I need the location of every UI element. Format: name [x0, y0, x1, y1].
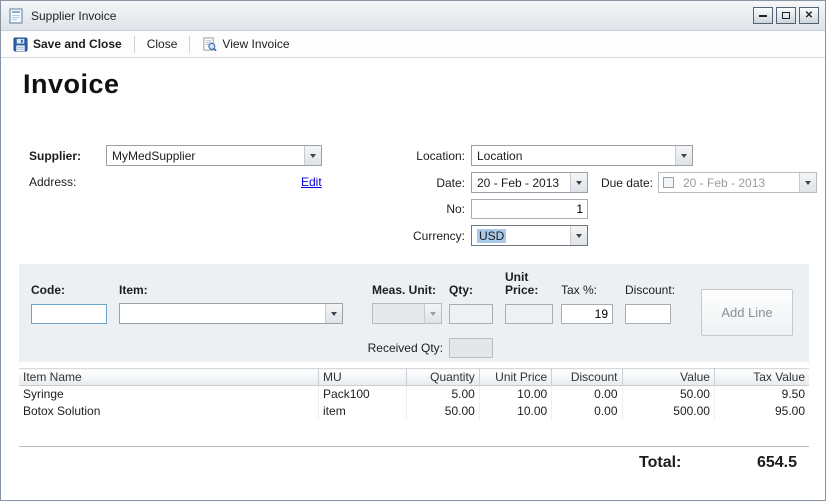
- cell-discount: 0.00: [552, 403, 622, 420]
- cell-unit-price: 10.00: [479, 403, 551, 420]
- no-label: No:: [381, 202, 465, 216]
- discount-label: Discount:: [625, 283, 675, 297]
- maximize-button[interactable]: [776, 7, 796, 24]
- address-label: Address:: [29, 175, 76, 189]
- item-dropdown-icon[interactable]: [325, 304, 342, 323]
- currency-label: Currency:: [381, 229, 465, 243]
- item-label: Item:: [119, 283, 148, 297]
- invoice-lines-table: Item Name MU Quantity Unit Price Discoun…: [19, 368, 809, 447]
- close-icon: ✕: [805, 11, 813, 21]
- currency-dropdown-icon[interactable]: [570, 226, 587, 245]
- code-label: Code:: [31, 283, 65, 297]
- no-input[interactable]: [471, 199, 588, 219]
- address-edit-link[interactable]: Edit: [301, 175, 322, 189]
- code-input[interactable]: [31, 304, 107, 324]
- close-button[interactable]: ✕: [799, 7, 819, 24]
- cell-item-name: Botox Solution: [19, 403, 319, 420]
- close-toolbar-button[interactable]: Close: [143, 35, 182, 53]
- save-icon: [13, 37, 28, 52]
- title-bar: Supplier Invoice ✕: [1, 1, 825, 31]
- item-combobox[interactable]: [119, 303, 343, 324]
- close-toolbar-label: Close: [147, 37, 178, 51]
- meas-unit-label: Meas. Unit:: [372, 283, 436, 297]
- unit-price-input[interactable]: [505, 304, 553, 324]
- toolbar: Save and Close Close View Invoice: [1, 31, 825, 58]
- cell-quantity: 50.00: [407, 403, 479, 420]
- window-title: Supplier Invoice: [31, 9, 116, 23]
- meas-unit-combobox: [372, 303, 442, 324]
- location-value: Location: [472, 149, 675, 163]
- cell-discount: 0.00: [552, 386, 622, 403]
- due-date-value: 20 - Feb - 2013: [678, 176, 799, 190]
- location-dropdown-icon[interactable]: [675, 146, 692, 165]
- app-icon: [9, 8, 25, 24]
- due-date-checkbox[interactable]: [663, 177, 674, 188]
- save-and-close-label: Save and Close: [33, 37, 122, 51]
- column-header-value[interactable]: Value: [622, 369, 714, 386]
- location-combobox[interactable]: Location: [471, 145, 693, 166]
- supplier-value: MyMedSupplier: [107, 149, 304, 163]
- table-header-row: Item Name MU Quantity Unit Price Discoun…: [19, 369, 809, 386]
- supplier-combobox[interactable]: MyMedSupplier: [106, 145, 322, 166]
- column-header-tax-value[interactable]: Tax Value: [714, 369, 809, 386]
- minimize-icon: [759, 15, 767, 17]
- cell-value: 50.00: [622, 386, 714, 403]
- discount-input[interactable]: [625, 304, 671, 324]
- view-invoice-icon: [202, 37, 217, 52]
- maximize-icon: [782, 12, 790, 19]
- view-invoice-button[interactable]: View Invoice: [198, 35, 293, 54]
- column-header-item-name[interactable]: Item Name: [19, 369, 319, 386]
- table-row[interactable]: Syringe Pack100 5.00 10.00 0.00 50.00 9.…: [19, 386, 809, 403]
- column-header-discount[interactable]: Discount: [552, 369, 622, 386]
- due-date-dropdown-icon: [799, 173, 816, 192]
- toolbar-separator: [189, 36, 190, 53]
- unit-price-label: Unit Price:: [505, 271, 538, 297]
- supplier-dropdown-icon[interactable]: [304, 146, 321, 165]
- received-qty-label: Received Qty:: [353, 341, 443, 355]
- table-row[interactable]: Botox Solution item 50.00 10.00 0.00 500…: [19, 403, 809, 420]
- tax-label: Tax %:: [561, 283, 597, 297]
- save-and-close-button[interactable]: Save and Close: [9, 35, 126, 54]
- total-label: Total:: [639, 454, 681, 472]
- due-date-picker: 20 - Feb - 2013: [658, 172, 817, 193]
- cell-tax-value: 9.50: [714, 386, 809, 403]
- total-value: 654.5: [701, 454, 797, 472]
- date-label: Date:: [381, 176, 465, 190]
- minimize-button[interactable]: [753, 7, 773, 24]
- add-line-button[interactable]: Add Line: [701, 289, 793, 336]
- view-invoice-label: View Invoice: [222, 37, 289, 51]
- column-header-mu[interactable]: MU: [319, 369, 407, 386]
- location-label: Location:: [381, 149, 465, 163]
- cell-item-name: Syringe: [19, 386, 319, 403]
- cell-mu: item: [319, 403, 407, 420]
- toolbar-separator: [134, 36, 135, 53]
- supplier-invoice-window: Supplier Invoice ✕ Save and Close Close: [0, 0, 826, 501]
- column-header-unit-price[interactable]: Unit Price: [479, 369, 551, 386]
- meas-unit-dropdown-icon: [424, 304, 441, 323]
- page-title: Invoice: [23, 69, 120, 100]
- due-date-label: Due date:: [561, 176, 653, 190]
- cell-quantity: 5.00: [407, 386, 479, 403]
- qty-label: Qty:: [449, 283, 473, 297]
- received-qty-input: [449, 338, 493, 358]
- currency-value: USD: [477, 229, 506, 243]
- cell-tax-value: 95.00: [714, 403, 809, 420]
- date-value: 20 - Feb - 2013: [472, 176, 570, 190]
- cell-unit-price: 10.00: [479, 386, 551, 403]
- column-header-quantity[interactable]: Quantity: [407, 369, 479, 386]
- qty-input[interactable]: [449, 304, 493, 324]
- currency-combobox[interactable]: USD: [471, 225, 588, 246]
- tax-input[interactable]: [561, 304, 613, 324]
- cell-mu: Pack100: [319, 386, 407, 403]
- supplier-label: Supplier:: [29, 149, 81, 163]
- cell-value: 500.00: [622, 403, 714, 420]
